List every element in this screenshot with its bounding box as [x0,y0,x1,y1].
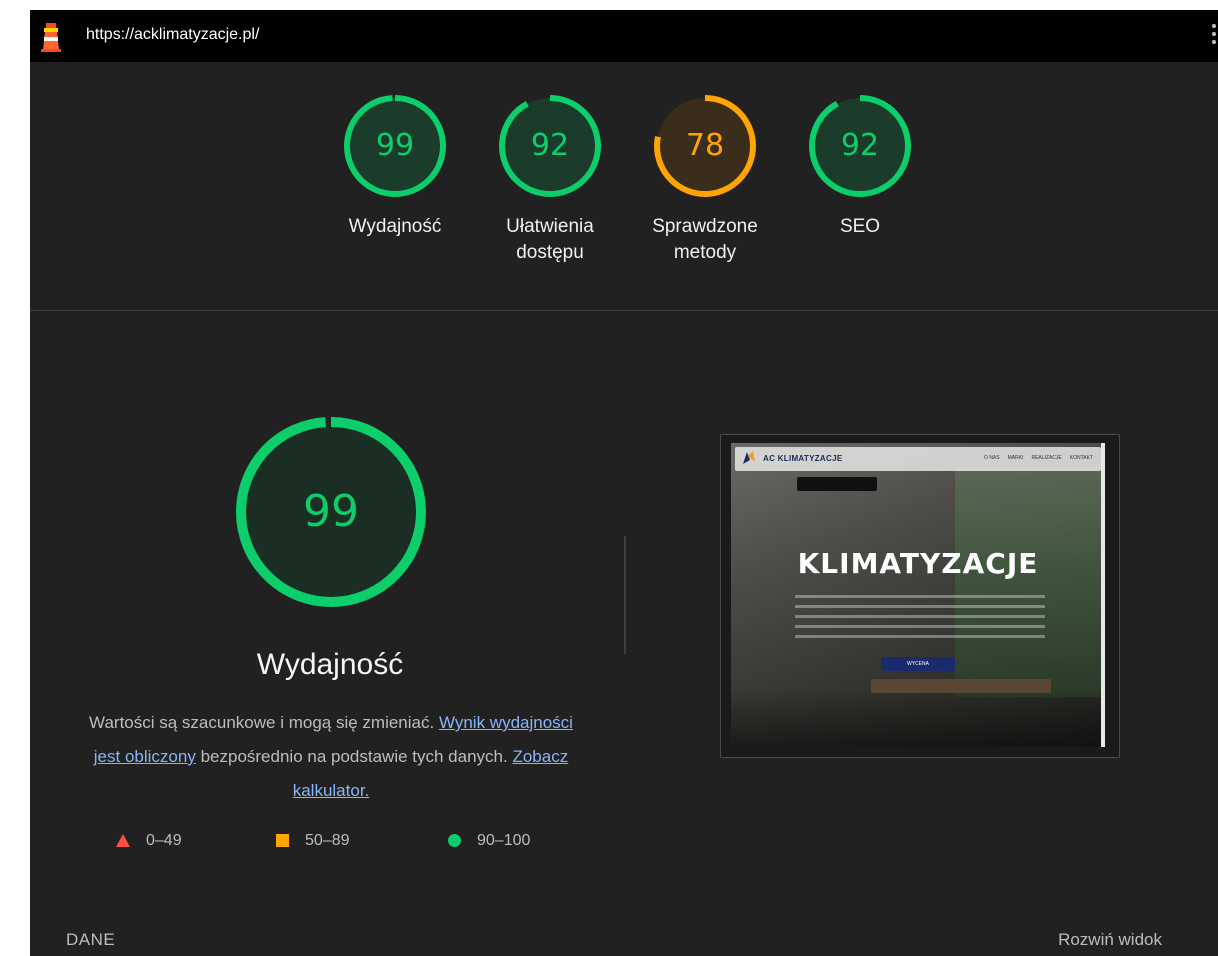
report-url[interactable]: https://acklimatyzacje.pl/ [86,26,259,44]
score-gauge: 99 [343,94,447,198]
report-header: https://acklimatyzacje.pl/ [30,10,1218,62]
screenshot-window [955,467,1105,697]
data-section-label: DANE [66,930,116,949]
category-gauge-4[interactable]: 92 SEO [790,94,930,240]
legend-pass-label: 90–100 [477,832,531,849]
description-text-2: bezpośrednio na podstawie tych danych. [200,747,508,766]
screenshot-nav-link: MARKI [1007,455,1024,461]
description-text: Wartości są szacunkowe i mogą się zmieni… [89,713,435,732]
category-label: Ułatwienia dostępu [506,216,594,263]
legend-fail-label: 0–49 [146,832,182,849]
screenshot-ac-unit [797,477,877,491]
screenshot-table [871,679,1051,693]
site-logo-icon [743,451,755,464]
score-gauge: 78 [653,94,757,198]
performance-description: Wartości są szacunkowe i mogą się zmieni… [76,706,586,808]
category-label: Sprawdzone metody [652,216,758,263]
screenshot-text-line [795,625,1045,628]
screenshot-scrollbar [1101,443,1105,747]
score-gauge: 92 [498,94,602,198]
divider [624,536,626,654]
category-score: 92 [840,128,880,163]
score-gauge: 92 [808,94,912,198]
screenshot-nav-link: REALIZACJE [1031,455,1062,461]
category-gauge-2[interactable]: 92 Ułatwienia dostępu [480,94,620,266]
legend-average-label: 50–89 [305,832,350,849]
lighthouse-icon [41,23,61,52]
category-label: SEO [839,216,881,237]
category-score: 99 [375,128,415,163]
category-label: Wydajność [348,216,442,237]
screenshot-nav: AC KLIMATYZACJE O NAS MARKI REALIZACJE KONT… [735,447,1101,471]
category-score: 78 [685,128,725,163]
screenshot-image: AC KLIMATYZACJE O NAS MARKI REALIZACJE KONT… [731,443,1105,747]
performance-score: 99 [303,486,359,537]
screenshot-button: WYCENA [881,657,955,671]
category-score: 92 [530,128,570,163]
screenshot-text-line [795,615,1045,618]
screenshot-headline: KLIMATYZACJE [797,547,1039,580]
triangle-icon [116,834,130,848]
legend-average: 50–89 [276,832,350,850]
legend-fail: 0–49 [116,832,182,850]
square-icon [276,834,289,848]
screenshot-nav-links: O NAS MARKI REALIZACJE KONTAKT [976,455,1093,461]
category-gauge-3[interactable]: 78 Sprawdzone metody [635,94,775,266]
performance-gauge: 99 [233,414,429,610]
screenshot-floor [731,687,1105,747]
performance-title: Wydajność [256,648,404,681]
page-screenshot[interactable]: AC KLIMATYZACJE O NAS MARKI REALIZACJE KONT… [720,434,1120,758]
screenshot-nav-link: KONTAKT [1069,455,1093,461]
category-gauge-1[interactable]: 99 Wydajność [325,94,465,240]
circle-icon [448,834,461,848]
expand-view-button[interactable]: Rozwiń widok [1058,930,1162,950]
category-summary: 99 Wydajność 92 Ułatwienia dostępu 78 Sprawdz… [30,62,1218,311]
screenshot-text-line [795,635,1045,638]
more-options-icon[interactable] [1210,24,1218,50]
report-panel: 99 Wydajność 92 Ułatwienia dostępu 78 Sprawdz… [30,62,1218,956]
screenshot-text-line [795,595,1045,598]
screenshot-brand: AC KLIMATYZACJE [763,454,843,463]
screenshot-nav-link: O NAS [984,455,1000,461]
legend-pass: 90–100 [448,832,530,850]
screenshot-text-line [795,605,1045,608]
